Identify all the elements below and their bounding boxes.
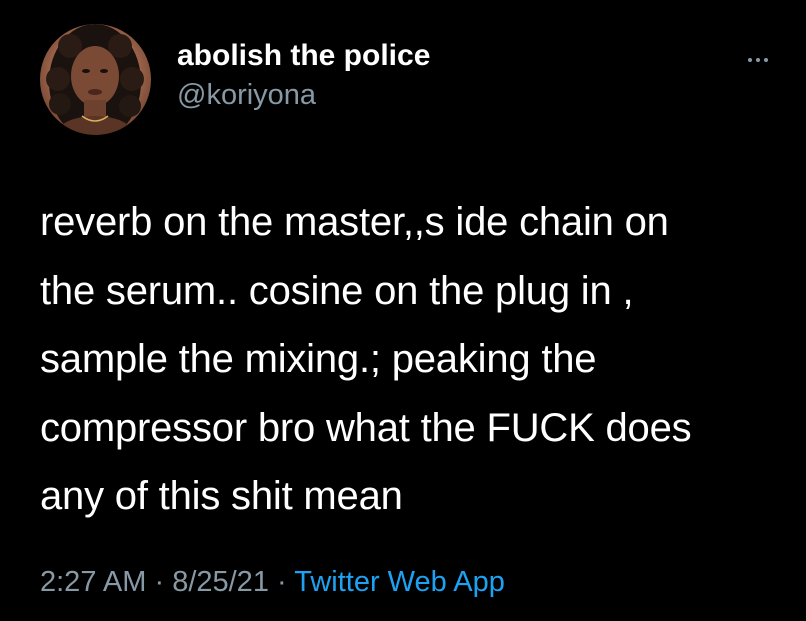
more-horizontal-icon-dot [764,58,768,62]
author-names: abolish the police @koriyona [177,38,430,112]
meta-separator: · [268,566,295,598]
avatar[interactable] [40,24,151,135]
handle[interactable]: @koriyona [177,78,430,112]
tweet-meta: 2:27 AM · 8/25/21 · Twitter Web App [40,562,505,602]
tweet-text: reverb on the master,,s ide chain on the… [40,188,790,531]
tweet-text-line: reverb on the master,,s ide chain on [40,200,669,244]
avatar-image [40,24,151,135]
tweet-text-line: any of this shit mean [40,474,403,518]
more-horizontal-icon-dot [756,58,760,62]
meta-separator: · [146,566,173,598]
tweet-card: abolish the police @koriyona reverb on t… [0,0,806,621]
tweet-date[interactable]: 8/25/21 [172,566,269,598]
tweet-text-line: sample the mixing.; peaking the [40,337,597,381]
tweet-time[interactable]: 2:27 AM [40,566,146,598]
tweet-text-line: compressor bro what the FUCK does [40,405,692,450]
more-horizontal-icon [748,58,752,62]
tweet-text-line: the serum.. cosine on the plug in , [40,268,634,313]
tweet-source-link[interactable]: Twitter Web App [294,566,505,598]
tweet-header: abolish the police @koriyona [40,24,780,136]
display-name[interactable]: abolish the police [177,38,430,74]
more-options-button[interactable] [742,50,774,70]
